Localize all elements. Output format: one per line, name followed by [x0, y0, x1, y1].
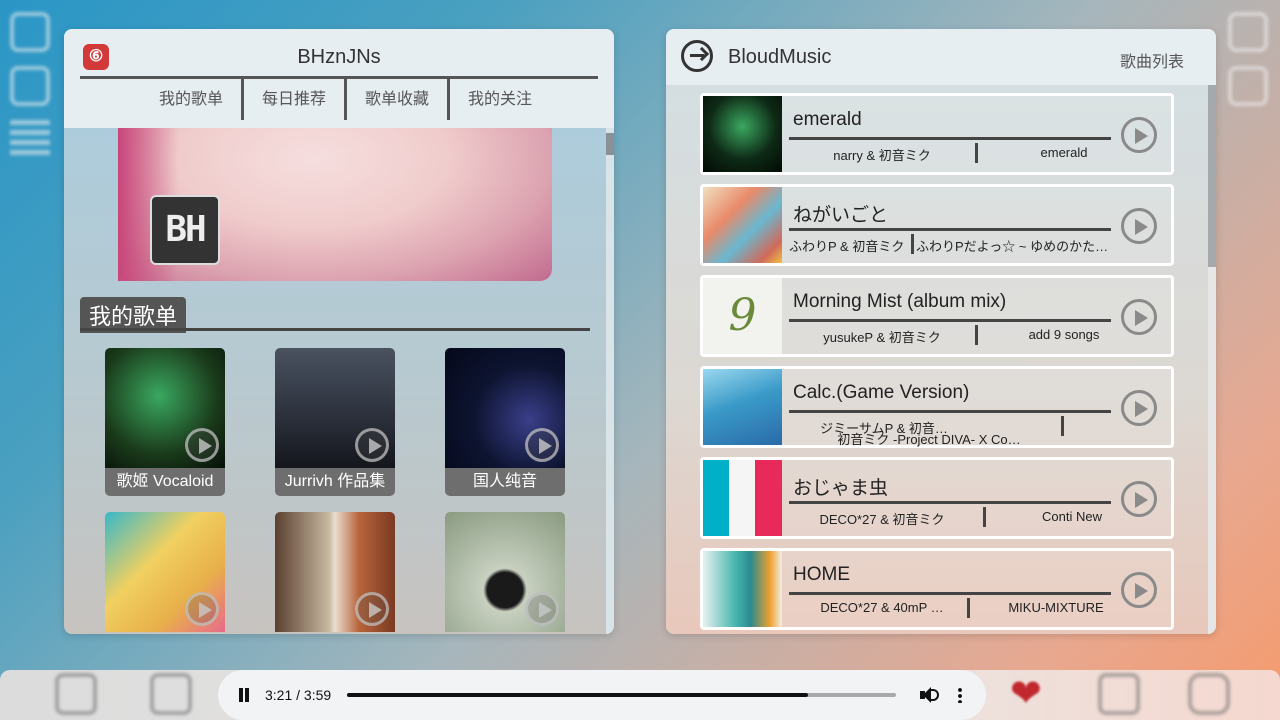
playlist-icon[interactable]	[1098, 673, 1140, 715]
song-title: ねがいごと	[793, 205, 889, 226]
progress-bar[interactable]	[347, 693, 896, 697]
pause-icon[interactable]	[238, 688, 250, 702]
tab-collections[interactable]: 歌单收藏	[347, 79, 451, 120]
tab-daily-recommend[interactable]: 每日推荐	[244, 79, 348, 120]
play-icon[interactable]	[355, 428, 389, 462]
exit-icon[interactable]	[681, 40, 713, 72]
song-title: おじゃま虫	[793, 478, 889, 499]
playlist-card[interactable]: Jurrivh 作品集	[275, 348, 395, 496]
song-title: HOME	[793, 564, 850, 585]
song-album: add 9 songs	[1028, 327, 1100, 342]
separator	[983, 507, 986, 527]
song-cover	[703, 187, 782, 263]
window-icon[interactable]	[10, 66, 50, 106]
section-divider	[80, 328, 590, 331]
song-cover	[703, 96, 782, 172]
song-artist: DECO*27 & 40mP …	[820, 600, 944, 615]
user-panel-header: ⑥ BHznJNs 我的歌单 每日推荐 歌单收藏 我的关注	[64, 29, 614, 128]
song-list-header: BloudMusic 歌曲列表	[666, 29, 1216, 85]
play-icon[interactable]	[355, 592, 389, 626]
song-artist: ふわりP & 初音ミク	[789, 239, 905, 254]
scrollbar-thumb[interactable]	[606, 133, 614, 155]
separator	[975, 143, 978, 163]
more-options-icon[interactable]	[958, 687, 962, 703]
divider	[789, 410, 1111, 413]
song-title: Calc.(Game Version)	[793, 382, 970, 403]
audio-player: 3:21 / 3:59	[218, 670, 986, 720]
playlist-label: 歌姬 Vocaloid	[105, 468, 225, 496]
settings-icon[interactable]	[1228, 12, 1268, 52]
play-icon[interactable]	[1121, 208, 1157, 244]
play-icon[interactable]	[1121, 299, 1157, 335]
user-panel: ⑥ BHznJNs 我的歌单 每日推荐 歌单收藏 我的关注 BH 我的歌单 歌姬…	[64, 29, 614, 634]
play-icon[interactable]	[1121, 481, 1157, 517]
separator	[1061, 416, 1064, 436]
song-list-link[interactable]: 歌曲列表	[1120, 48, 1184, 72]
play-icon[interactable]	[525, 592, 559, 626]
song-list-panel: BloudMusic 歌曲列表 emerald narry & 初音ミク eme…	[666, 29, 1216, 634]
playlist-icon[interactable]	[10, 120, 50, 160]
song-album: emerald	[1040, 145, 1088, 160]
song-item[interactable]: おじゃま虫 DECO*27 & 初音ミク Conti New	[700, 457, 1174, 539]
play-icon[interactable]	[185, 592, 219, 626]
right-side-icons	[1228, 12, 1272, 106]
heart-icon[interactable]: ❤	[1010, 675, 1042, 713]
song-item[interactable]: HOME DECO*27 & 40mP … MIKU-MIXTURE	[700, 548, 1174, 630]
fullscreen-icon[interactable]	[10, 12, 50, 52]
play-icon[interactable]	[1121, 572, 1157, 608]
playlist-card[interactable]	[105, 512, 225, 634]
song-album: 初音ミク -Project DIVA- X Co…	[837, 432, 1021, 447]
user-tabs: 我的歌单 每日推荐 歌单收藏 我的关注	[141, 79, 550, 120]
user-avatar[interactable]: BH	[150, 195, 220, 265]
song-cover	[703, 369, 782, 445]
song-artist: DECO*27 & 初音ミク	[819, 512, 945, 527]
playlist-label: Jurrivh 作品集	[275, 468, 395, 496]
scrollbar[interactable]	[606, 128, 614, 634]
song-item[interactable]: Calc.(Game Version) ジミーサムP & 初音… 初音ミク -P…	[700, 366, 1174, 448]
play-icon[interactable]	[525, 428, 559, 462]
left-side-icons	[10, 12, 54, 160]
divider	[789, 137, 1111, 140]
playlist-card[interactable]	[445, 512, 565, 634]
previous-icon[interactable]	[55, 673, 97, 715]
song-cover	[703, 551, 782, 627]
song-title: emerald	[793, 109, 862, 130]
progress-fill	[347, 693, 809, 697]
play-icon[interactable]	[185, 428, 219, 462]
song-album: ふわりPだよっ☆ ~ ゆめのかた…	[916, 239, 1109, 254]
playlist-card[interactable]: 歌姬 Vocaloid	[105, 348, 225, 496]
repeat-icon[interactable]	[1188, 673, 1230, 715]
volume-icon[interactable]	[920, 687, 939, 703]
song-artist: narry & 初音ミク	[833, 148, 931, 163]
divider	[789, 319, 1111, 322]
play-icon[interactable]	[1121, 390, 1157, 426]
song-item[interactable]: ねがいごと ふわりP & 初音ミク ふわりPだよっ☆ ~ ゆめのかた…	[700, 184, 1174, 266]
divider	[789, 228, 1111, 231]
user-name: BHznJNs	[297, 46, 381, 68]
song-cover: 9	[703, 278, 782, 354]
tab-following[interactable]: 我的关注	[450, 79, 550, 120]
song-cover	[703, 460, 782, 536]
user-icon[interactable]	[1228, 66, 1268, 106]
song-title: Morning Mist (album mix)	[793, 291, 1007, 312]
separator	[967, 598, 970, 618]
song-artist: yusukeP & 初音ミク	[823, 330, 941, 345]
song-album: MIKU-MIXTURE	[1008, 600, 1104, 615]
separator	[911, 234, 914, 254]
playlist-card[interactable]: 国人纯音	[445, 348, 565, 496]
divider	[789, 592, 1111, 595]
playlist-label: 国人纯音	[445, 468, 565, 496]
playlist-card[interactable]	[275, 512, 395, 634]
separator	[975, 325, 978, 345]
tab-my-playlists[interactable]: 我的歌单	[141, 79, 245, 120]
play-icon[interactable]	[1121, 117, 1157, 153]
song-item[interactable]: 9 Morning Mist (album mix) yusukeP & 初音ミ…	[700, 275, 1174, 357]
next-icon[interactable]	[150, 673, 192, 715]
app-title: BloudMusic	[728, 46, 832, 68]
song-item[interactable]: emerald narry & 初音ミク emerald	[700, 93, 1174, 175]
scrollbar-thumb[interactable]	[1208, 85, 1216, 267]
time-display: 3:21 / 3:59	[265, 687, 332, 703]
divider	[789, 501, 1111, 504]
